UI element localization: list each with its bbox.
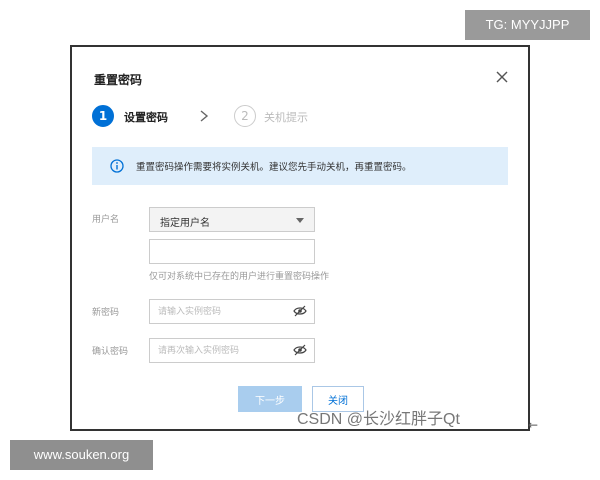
new-password-field xyxy=(149,299,315,324)
username-select-value: 指定用户名 xyxy=(160,218,210,229)
confirm-password-field xyxy=(149,338,315,363)
info-icon xyxy=(110,159,124,173)
alert-message: 重置密码操作需要将实例关机。建议您先手动关机，再重置密码。 xyxy=(136,162,412,173)
eye-hidden-icon[interactable] xyxy=(293,305,307,317)
next-step-button[interactable]: 下一步 xyxy=(238,386,302,412)
top-watermark-tag: TG: MYYJJPP xyxy=(465,10,590,40)
step-indicator: 1 设置密码 2 关机提示 xyxy=(92,105,512,129)
confirm-password-label: 确认密码 xyxy=(92,347,129,357)
info-alert: 重置密码操作需要将实例关机。建议您先手动关机，再重置密码。 xyxy=(92,147,508,185)
chevron-right-icon xyxy=(200,110,209,122)
new-password-label: 新密码 xyxy=(92,308,120,318)
username-input[interactable] xyxy=(149,239,315,264)
dialog-title: 重置密码 xyxy=(94,73,143,87)
arrow-left-icon: ← xyxy=(528,418,539,432)
bottom-watermark-tag: www.souken.org xyxy=(10,440,153,470)
reset-password-dialog: 重置密码 1 设置密码 2 关机提示 重置密码操作需要将实例关机。建议您先手动关… xyxy=(70,45,530,431)
new-password-input[interactable] xyxy=(149,299,315,324)
eye-hidden-icon[interactable] xyxy=(293,344,307,356)
step-1-number: 1 xyxy=(92,105,114,127)
step-2-number: 2 xyxy=(234,105,256,127)
confirm-password-input[interactable] xyxy=(149,338,315,363)
close-icon[interactable] xyxy=(494,69,510,85)
username-label: 用户名 xyxy=(92,215,120,225)
csdn-watermark: CSDN @长沙红胖子Qt xyxy=(297,411,460,428)
step-1-label: 设置密码 xyxy=(124,111,168,124)
username-select[interactable]: 指定用户名 xyxy=(149,207,315,232)
step-2-label: 关机提示 xyxy=(264,111,308,124)
username-hint: 仅可对系统中已存在的用户进行重置密码操作 xyxy=(149,272,330,282)
caret-down-icon xyxy=(296,218,304,223)
